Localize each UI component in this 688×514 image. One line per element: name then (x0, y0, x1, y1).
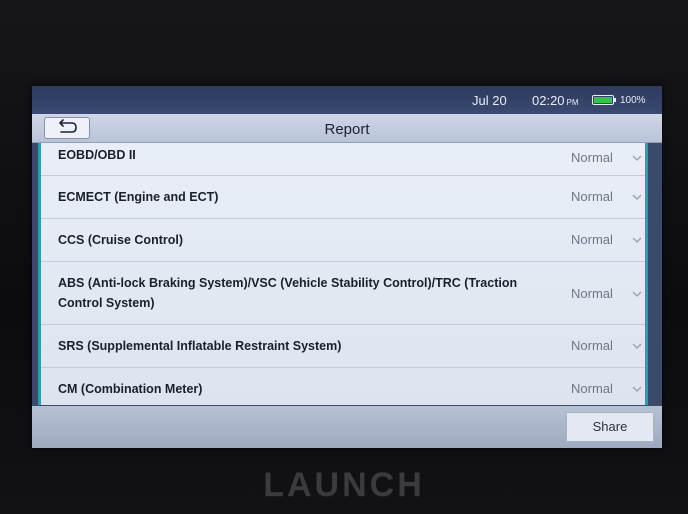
chevron-down-icon (632, 386, 642, 392)
report-row-label: ECMECT (Engine and ECT) (58, 190, 219, 204)
report-row-label: CCS (Cruise Control) (58, 233, 183, 247)
report-row-label: ABS (Anti-lock Braking System)/VSC (Vehi… (58, 276, 518, 310)
chevron-down-icon (632, 343, 642, 349)
report-row-status: Normal (571, 338, 613, 353)
report-row-status: Normal (571, 381, 613, 396)
report-row-label: SRS (Supplemental Inflatable Restraint S… (58, 339, 342, 353)
bottom-bar: Share (32, 406, 662, 448)
status-time-value: 02:20 (532, 93, 565, 108)
report-row-status: Normal (571, 286, 613, 301)
status-bar: Jul 20 02:20 PM 100% (32, 86, 662, 114)
battery-icon (592, 95, 616, 105)
report-row-status: Normal (571, 189, 613, 204)
battery-percent: 100% (620, 95, 646, 106)
report-row-eobd[interactable]: EOBD/OBD II Normal (41, 143, 645, 176)
report-row-ccs[interactable]: CCS (Cruise Control) Normal (41, 219, 645, 262)
chevron-down-icon (632, 237, 642, 243)
device-screen: Jul 20 02:20 PM 100% Report EOBD/OBD II N… (32, 86, 662, 448)
chevron-down-icon (632, 155, 642, 161)
page-title: Report (324, 121, 370, 138)
report-row-label: EOBD/OBD II (58, 148, 136, 162)
status-date: Jul 20 (472, 93, 507, 108)
battery-tip (614, 98, 616, 102)
launch-logo: LAUNCH (263, 466, 425, 504)
battery-fill (594, 97, 612, 103)
status-time: 02:20 PM (532, 93, 579, 108)
report-row-srs[interactable]: SRS (Supplemental Inflatable Restraint S… (41, 325, 645, 368)
report-list: EOBD/OBD II Normal ECMECT (Engine and EC… (38, 143, 648, 405)
status-ampm: PM (566, 98, 579, 107)
report-row-status: Normal (571, 232, 613, 247)
report-row-cm[interactable]: CM (Combination Meter) Normal (41, 368, 645, 405)
report-row-status: Normal (571, 150, 613, 165)
report-row-ecmect[interactable]: ECMECT (Engine and ECT) Normal (41, 176, 645, 219)
chevron-down-icon (632, 291, 642, 297)
report-row-label: CM (Combination Meter) (58, 382, 203, 396)
chevron-down-icon (632, 194, 642, 200)
share-button[interactable]: Share (566, 412, 654, 442)
title-bar: Report (32, 114, 662, 143)
report-row-abs[interactable]: ABS (Anti-lock Braking System)/VSC (Vehi… (41, 262, 645, 325)
